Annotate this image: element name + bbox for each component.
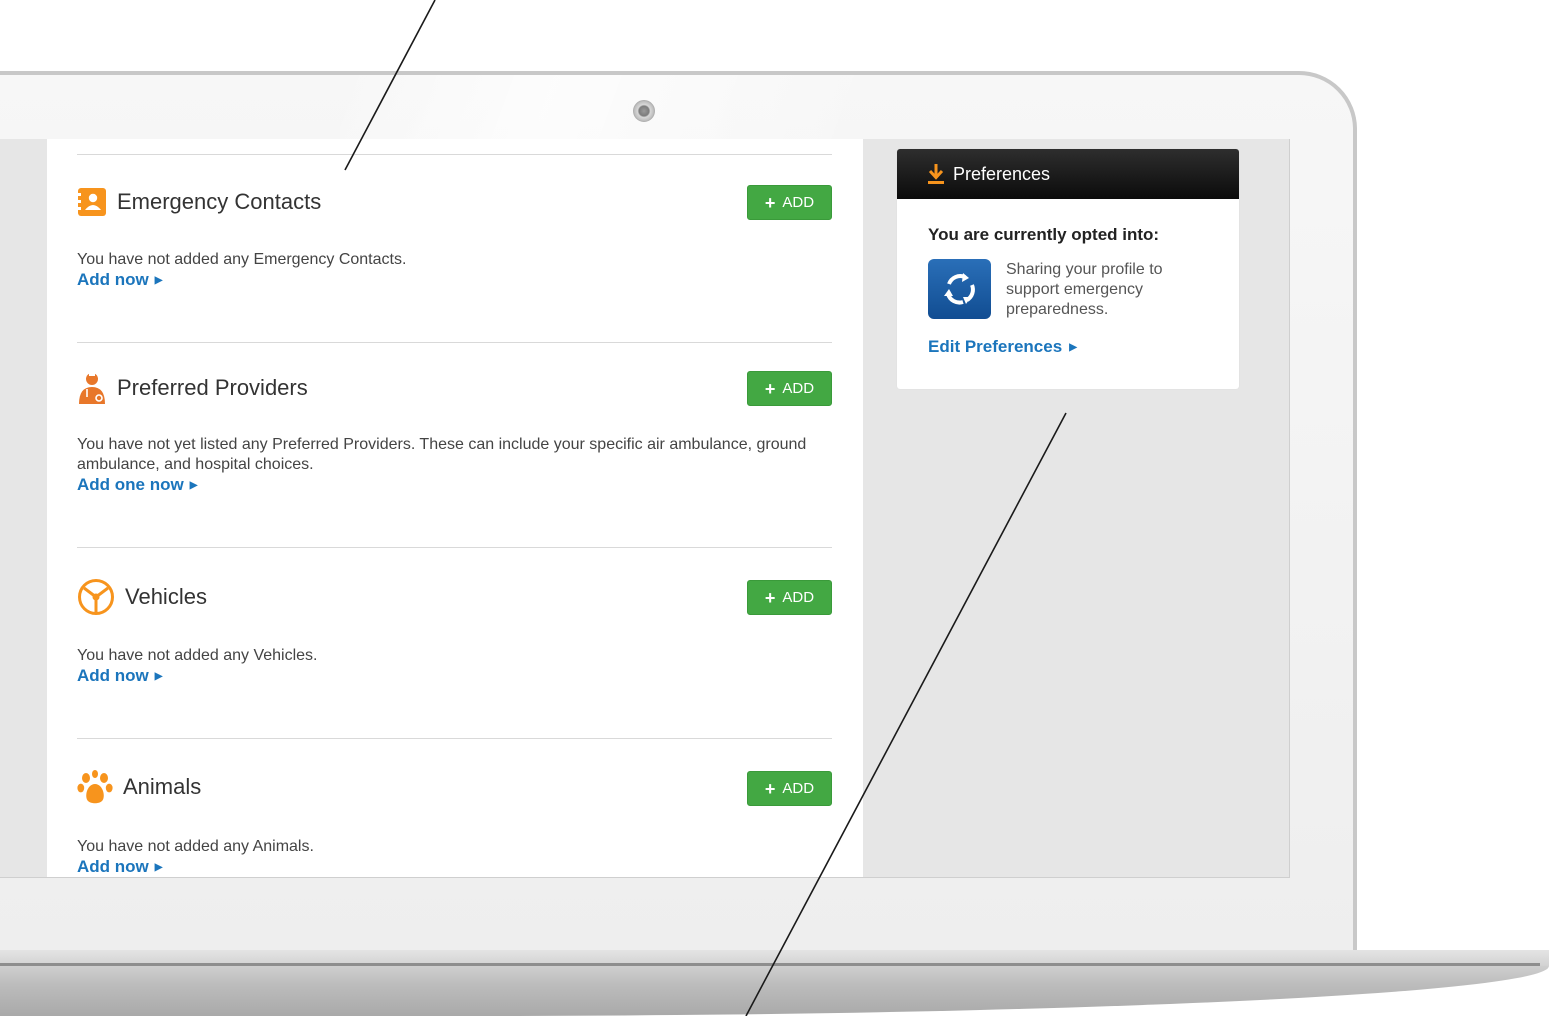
section-heading: Vehicles	[77, 578, 207, 616]
animals-description: You have not added any Animals.	[77, 838, 314, 855]
download-icon	[927, 163, 945, 185]
emergency-contacts-description: You have not added any Emergency Contact…	[77, 251, 407, 268]
vehicles-section: Vehicles + ADD You have not added any Ve…	[77, 572, 832, 692]
webcam	[633, 100, 655, 122]
add-link-label: Add now	[77, 270, 149, 289]
add-button-label: ADD	[782, 194, 815, 211]
add-preferred-provider-button[interactable]: + ADD	[747, 371, 832, 406]
preferred-providers-add-link[interactable]: Add one now ▶	[77, 475, 197, 495]
section-divider	[77, 738, 832, 739]
animals-title: Animals	[123, 774, 202, 799]
vehicles-title: Vehicles	[125, 584, 207, 609]
sharing-profile-tile	[928, 259, 991, 319]
opted-item-description: Sharing your profile to support emergenc…	[1006, 261, 1163, 318]
caret-right-icon: ▶	[154, 862, 163, 873]
preferences-title: Preferences	[953, 163, 1051, 184]
add-link-label: Add now	[77, 666, 149, 685]
caret-right-icon: ▶	[154, 275, 163, 286]
steering-wheel-icon	[77, 578, 115, 616]
preferred-providers-title: Preferred Providers	[117, 375, 308, 400]
section-heading: Emergency Contacts	[77, 187, 321, 217]
plus-icon: +	[764, 587, 776, 608]
refresh-cycle-icon	[941, 270, 979, 308]
opted-into-label: You are currently opted into:	[928, 225, 1160, 244]
add-emergency-contact-button[interactable]: + ADD	[747, 185, 832, 220]
section-divider	[77, 154, 832, 155]
caret-right-icon: ▶	[1069, 342, 1077, 353]
emergency-contacts-add-link[interactable]: Add now ▶	[77, 270, 162, 290]
paw-icon	[77, 769, 113, 805]
caret-right-icon: ▶	[189, 480, 198, 491]
animals-add-link[interactable]: Add now ▶	[77, 857, 162, 877]
plus-icon: +	[764, 778, 776, 799]
vehicles-description: You have not added any Vehicles.	[77, 647, 318, 664]
plus-icon: +	[764, 192, 776, 213]
add-button-label: ADD	[782, 780, 815, 797]
plus-icon: +	[764, 378, 776, 399]
preferred-providers-section: Preferred Providers + ADD You have not y…	[77, 367, 832, 507]
emergency-contacts-title: Emergency Contacts	[117, 189, 322, 214]
edit-preferences-label: Edit Preferences	[928, 337, 1063, 356]
section-divider	[77, 342, 832, 343]
emergency-contacts-section: Emergency Contacts + ADD You have not ad…	[77, 179, 832, 299]
add-button-label: ADD	[782, 589, 815, 606]
preferred-providers-description: You have not yet listed any Preferred Pr…	[77, 436, 807, 473]
add-button-label: ADD	[782, 380, 815, 397]
add-link-label: Add one now	[77, 475, 184, 494]
contact-card-icon	[77, 187, 107, 217]
main-content-panel: Emergency Contacts + ADD You have not ad…	[47, 139, 863, 877]
preferences-header: Preferences	[897, 149, 1239, 199]
section-divider	[77, 547, 832, 548]
laptop-screen: Emergency Contacts + ADD You have not ad…	[0, 139, 1290, 878]
add-animal-button[interactable]: + ADD	[747, 771, 832, 806]
add-link-label: Add now	[77, 857, 149, 876]
section-heading: Animals	[77, 769, 201, 805]
animals-section: Animals + ADD You have not added any Ani…	[77, 763, 832, 877]
add-vehicle-button[interactable]: + ADD	[747, 580, 832, 615]
vehicles-add-link[interactable]: Add now ▶	[77, 666, 162, 686]
section-heading: Preferred Providers	[77, 371, 308, 405]
bezel-reflection	[340, 75, 860, 139]
edit-preferences-link[interactable]: Edit Preferences ▶	[928, 337, 1077, 357]
provider-person-icon	[77, 371, 107, 405]
product-mockup: Emergency Contacts + ADD You have not ad…	[0, 0, 1549, 1016]
preferences-card: Preferences You are currently opted into…	[897, 149, 1239, 389]
laptop-base	[0, 966, 1549, 1016]
caret-right-icon: ▶	[154, 671, 163, 682]
